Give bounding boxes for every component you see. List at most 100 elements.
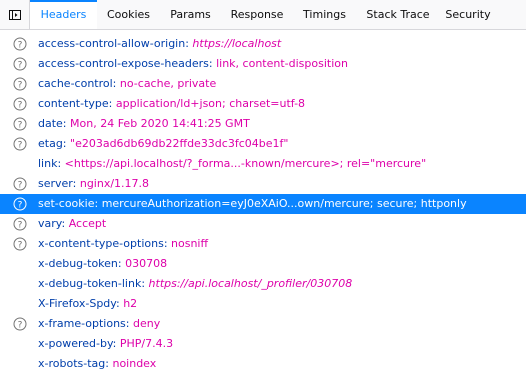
header-name: x-frame-options: (38, 317, 130, 330)
header-line: vary: Accept (38, 214, 106, 234)
header-row[interactable]: ? access-control-expose-headers: link, co… (0, 54, 526, 74)
help-icon[interactable]: ? (13, 237, 27, 251)
help-icon[interactable]: ? (13, 217, 27, 231)
svg-text:?: ? (18, 320, 23, 330)
header-value: 030708 (125, 257, 168, 270)
header-value: application/ld+json; charset=utf-8 (115, 97, 306, 110)
header-row[interactable]: ? vary: Accept (0, 214, 526, 234)
header-row[interactable]: ? date: Mon, 24 Feb 2020 14:41:25 GMT (0, 114, 526, 134)
tab-cookies[interactable]: Cookies (97, 0, 160, 29)
header-line: set-cookie: mercureAuthorization=eyJ0eXA… (38, 194, 467, 214)
header-row[interactable]: ? server: nginx/1.17.8 (0, 174, 526, 194)
svg-text:?: ? (18, 140, 23, 150)
header-row[interactable]: x-debug-token-link: https://api.localhos… (0, 274, 526, 294)
tab-response[interactable]: Response (221, 0, 293, 29)
header-name: content-type: (38, 97, 113, 110)
header-name: link: (38, 157, 62, 170)
header-value: <https://api.localhost/?_forma...-known/… (64, 157, 427, 170)
header-name: x-debug-token: (38, 257, 122, 270)
svg-text:?: ? (18, 60, 23, 70)
header-row[interactable]: ? cache-control: no-cache, private (0, 74, 526, 94)
header-name: date: (38, 117, 67, 130)
header-value: Mon, 24 Feb 2020 14:41:25 GMT (70, 117, 250, 130)
header-line: content-type: application/ld+json; chars… (38, 94, 305, 114)
tab-stack-trace[interactable]: Stack Trace (356, 0, 440, 29)
header-value: h2 (123, 297, 138, 310)
header-value: deny (133, 317, 161, 330)
header-line: access-control-allow-origin: https://loc… (38, 34, 281, 54)
header-row[interactable]: X-Firefox-Spdy: h2 (0, 294, 526, 314)
header-line: link: <https://api.localhost/?_forma...-… (38, 154, 426, 174)
header-line: x-robots-tag: noindex (38, 354, 156, 371)
header-name: server: (38, 177, 77, 190)
help-icon[interactable]: ? (13, 37, 27, 51)
help-icon[interactable]: ? (13, 197, 27, 211)
svg-text:?: ? (18, 120, 23, 130)
header-row[interactable]: ? x-content-type-options: nosniff (0, 234, 526, 254)
header-name: access-control-expose-headers: (38, 57, 213, 70)
header-line: access-control-expose-headers: link, con… (38, 54, 348, 74)
header-line: x-powered-by: PHP/7.4.3 (38, 334, 173, 354)
header-value: https://localhost (192, 37, 282, 50)
header-value: noindex (112, 357, 157, 370)
header-row[interactable]: link: <https://api.localhost/?_forma...-… (0, 154, 526, 174)
header-line: x-debug-token: 030708 (38, 254, 167, 274)
header-line: etag: "e203ad6db69db22ffde33dc3fc04be1f" (38, 134, 288, 154)
header-value: PHP/7.4.3 (119, 337, 174, 350)
header-name: x-powered-by: (38, 337, 117, 350)
help-icon[interactable]: ? (13, 117, 27, 131)
header-line: server: nginx/1.17.8 (38, 174, 149, 194)
tab-params[interactable]: Params (160, 0, 221, 29)
header-line: x-frame-options: deny (38, 314, 160, 334)
header-line: cache-control: no-cache, private (38, 74, 216, 94)
header-row[interactable]: ? etag: "e203ad6db69db22ffde33dc3fc04be1f… (0, 134, 526, 154)
header-value: mercureAuthorization=eyJ0eXAiO...own/mer… (101, 197, 467, 210)
tab-headers[interactable]: Headers (30, 0, 97, 29)
tab-timings[interactable]: Timings (293, 0, 356, 29)
svg-text:?: ? (18, 80, 23, 90)
svg-text:?: ? (18, 240, 23, 250)
headers-panel: Headers Cookies Params Response Timings … (0, 0, 526, 371)
header-name: X-Firefox-Spdy: (38, 297, 120, 310)
header-row[interactable]: x-powered-by: PHP/7.4.3 (0, 334, 526, 354)
help-icon[interactable]: ? (13, 77, 27, 91)
header-value: Accept (68, 217, 107, 230)
header-value: no-cache, private (119, 77, 217, 90)
header-name: set-cookie: (38, 197, 99, 210)
header-line: x-debug-token-link: https://api.localhos… (38, 274, 352, 294)
panel-toggle-icon[interactable] (0, 0, 30, 29)
header-value: link, content-disposition (216, 57, 348, 70)
help-icon[interactable]: ? (13, 97, 27, 111)
details-tab-bar: Headers Cookies Params Response Timings … (0, 0, 526, 30)
header-row[interactable]: x-debug-token: 030708 (0, 254, 526, 274)
header-name: vary: (38, 217, 66, 230)
svg-text:?: ? (18, 40, 23, 50)
header-name: x-robots-tag: (38, 357, 109, 370)
help-icon[interactable]: ? (13, 57, 27, 71)
svg-text:?: ? (18, 180, 23, 190)
header-row[interactable]: ? content-type: application/ld+json; char… (0, 94, 526, 114)
header-name: cache-control: (38, 77, 117, 90)
header-name: etag: (38, 137, 67, 150)
tab-security[interactable]: Security (440, 0, 496, 29)
header-name: x-content-type-options: (38, 237, 168, 250)
header-row[interactable]: ? set-cookie: mercureAuthorization=eyJ0eX… (0, 194, 526, 214)
header-line: x-content-type-options: nosniff (38, 234, 208, 254)
header-line: X-Firefox-Spdy: h2 (38, 294, 137, 314)
svg-text:?: ? (18, 220, 23, 230)
header-value: nosniff (171, 237, 209, 250)
header-value: https://api.localhost/_profiler/030708 (148, 277, 353, 290)
response-headers-list: ? access-control-allow-origin: https://lo… (0, 34, 526, 371)
header-name: access-control-allow-origin: (38, 37, 189, 50)
header-line: date: Mon, 24 Feb 2020 14:41:25 GMT (38, 114, 250, 134)
header-row[interactable]: ? access-control-allow-origin: https://lo… (0, 34, 526, 54)
help-icon[interactable]: ? (13, 317, 27, 331)
svg-text:?: ? (18, 200, 23, 210)
header-row[interactable]: ? x-frame-options: deny (0, 314, 526, 334)
header-name: x-debug-token-link: (38, 277, 146, 290)
help-icon[interactable]: ? (13, 177, 27, 191)
header-row[interactable]: x-robots-tag: noindex (0, 354, 526, 371)
help-icon[interactable]: ? (13, 137, 27, 151)
header-value: "e203ad6db69db22ffde33dc3fc04be1f" (70, 137, 289, 150)
svg-text:?: ? (18, 100, 23, 110)
